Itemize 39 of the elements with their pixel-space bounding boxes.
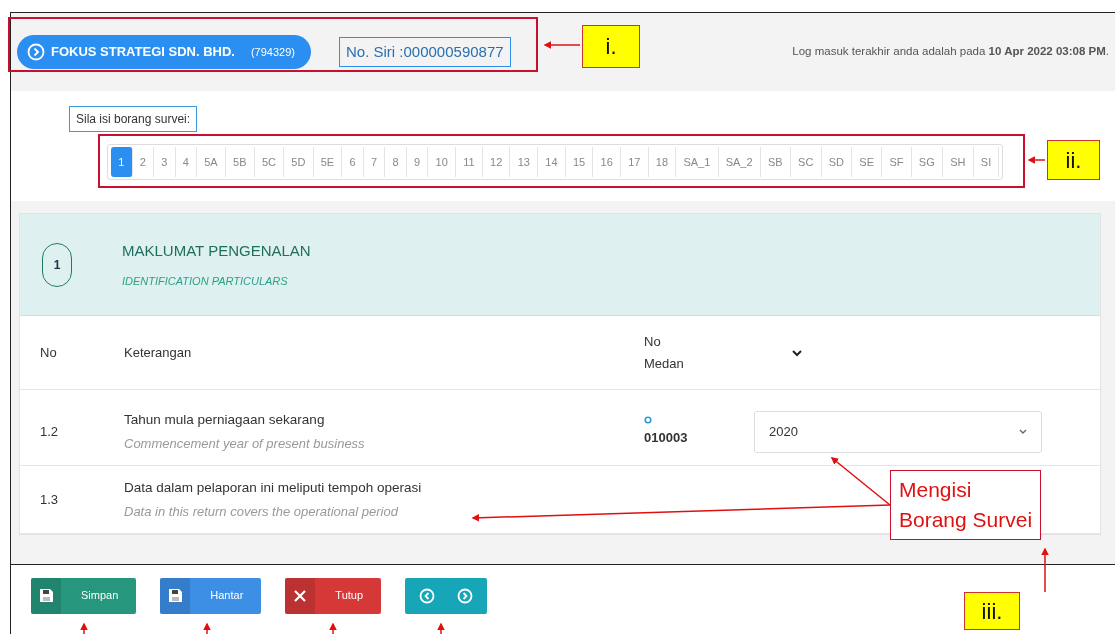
company-button[interactable]: FOKUS STRATEGI SDN. BHD. (794329) — [17, 35, 311, 69]
previous-icon[interactable] — [419, 587, 436, 604]
question-translation: Commencement year of present business — [124, 434, 366, 453]
column-header: Keterangan — [124, 343, 193, 362]
annotation-label: iii. — [964, 592, 1020, 630]
send-button[interactable]: Hantar — [160, 577, 262, 614]
close-icon — [294, 589, 307, 602]
section-tab[interactable]: 1 — [111, 147, 133, 177]
column-header: No Medan — [644, 332, 685, 373]
radio-icon — [644, 415, 652, 424]
chevron-down-icon — [1019, 428, 1027, 435]
annotation-callout: Mengisi Borang Survei — [890, 470, 1042, 540]
row-number: 1.3 — [39, 490, 60, 509]
year-select[interactable]: 2020 — [754, 410, 1042, 453]
annotation-arrow — [80, 622, 88, 634]
question-translation: Data in this return covers the operational period — [124, 502, 400, 521]
chevron-circle-icon — [27, 43, 45, 61]
last-login-text: Log masuk terakhir anda adalah pada 10 Apr 2022 03:08 PM. — [792, 44, 1109, 60]
annotation-label: i. — [582, 25, 640, 68]
annotation-arrow — [329, 622, 337, 634]
next-icon[interactable] — [457, 587, 474, 604]
question-label: Data dalam pelaporan ini meliputi tempoh operasi — [124, 478, 423, 497]
annotation-arrow — [1027, 156, 1046, 164]
annotation-arrow — [1041, 547, 1049, 593]
annotation-arrow — [543, 41, 581, 49]
section-subtitle: IDENTIFICATION PARTICULARS — [122, 273, 289, 289]
survey-prompt: Sila isi borang survei: — [69, 106, 198, 132]
close-button[interactable]: Tutup — [285, 577, 382, 614]
serial-number: No. Siri :000000590877 — [339, 36, 511, 68]
annotation-arrow — [437, 622, 445, 634]
annotation-label: ii. — [1047, 140, 1100, 180]
column-header: No — [39, 343, 58, 362]
chevron-down-icon[interactable] — [792, 349, 802, 357]
row-number: 1.2 — [39, 422, 60, 441]
question-label: Tahun mula perniagaan sekarang — [124, 410, 326, 429]
save-button[interactable]: Simpan — [31, 577, 137, 614]
annotation-arrow — [203, 622, 211, 634]
field-number: 010003 — [644, 428, 689, 447]
section-title: MAKLUMAT PENGENALAN — [122, 241, 311, 261]
